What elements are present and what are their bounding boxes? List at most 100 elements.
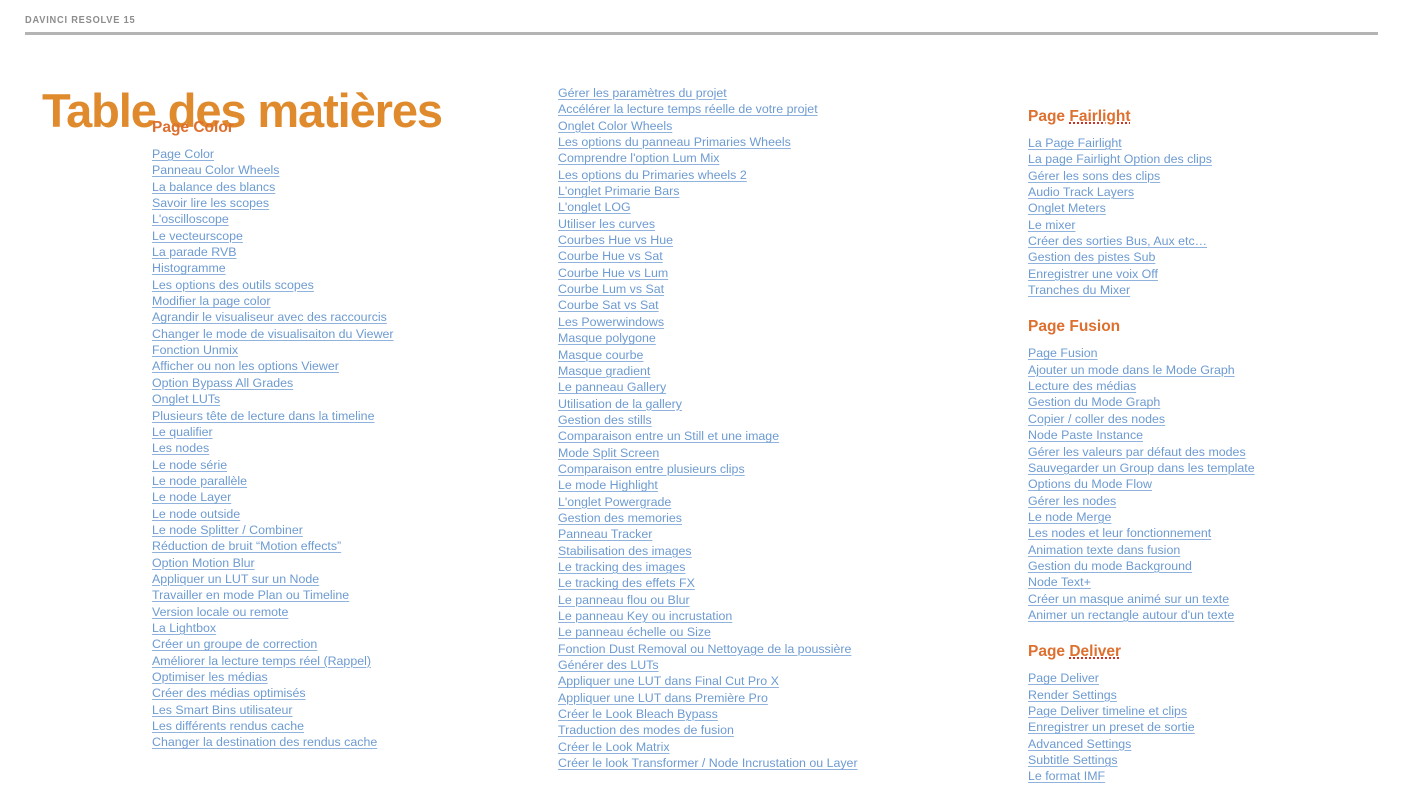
toc-link-sauvegarder-un-group-dans-les-template[interactable]: Sauvegarder un Group dans les template bbox=[1028, 461, 1255, 475]
toc-link-les-options-du-panneau-primaries-wheels[interactable]: Les options du panneau Primaries Wheels bbox=[558, 135, 791, 149]
toc-link-ameliorer-la-lecture-temps-reel-rappel[interactable]: Améliorer la lecture temps réel (Rappel) bbox=[152, 654, 371, 668]
toc-link-l-onglet-primarie-bars[interactable]: L'onglet Primarie Bars bbox=[558, 184, 680, 198]
toc-link-le-format-imf[interactable]: Le format IMF bbox=[1028, 769, 1105, 783]
toc-link-courbe-sat-vs-sat[interactable]: Courbe Sat vs Sat bbox=[558, 298, 659, 312]
toc-link-gestion-des-stills[interactable]: Gestion des stills bbox=[558, 413, 652, 427]
toc-link-fonction-dust-removal-ou-nettoyage-de-la-poussie[interactable]: Fonction Dust Removal ou Nettoyage de la… bbox=[558, 642, 851, 656]
toc-link-accelerer-la-lecture-temps-reelle-de-votre-proje[interactable]: Accélérer la lecture temps réelle de vot… bbox=[558, 102, 818, 116]
toc-link-le-panneau-echelle-ou-size[interactable]: Le panneau échelle ou Size bbox=[558, 625, 711, 639]
toc-link-onglet-meters[interactable]: Onglet Meters bbox=[1028, 201, 1106, 215]
toc-link-node-paste-instance[interactable]: Node Paste Instance bbox=[1028, 428, 1143, 442]
toc-link-mode-split-screen[interactable]: Mode Split Screen bbox=[558, 446, 659, 460]
toc-link-gestion-des-pistes-sub[interactable]: Gestion des pistes Sub bbox=[1028, 250, 1155, 264]
toc-link-fonction-unmix[interactable]: Fonction Unmix bbox=[152, 343, 238, 357]
toc-link-le-qualifier[interactable]: Le qualifier bbox=[152, 425, 213, 439]
toc-link-subtitle-settings[interactable]: Subtitle Settings bbox=[1028, 753, 1118, 767]
toc-link-comparaison-entre-plusieurs-clips[interactable]: Comparaison entre plusieurs clips bbox=[558, 462, 745, 476]
toc-link-page-fusion[interactable]: Page Fusion bbox=[1028, 346, 1098, 360]
toc-link-creer-un-groupe-de-correction[interactable]: Créer un groupe de correction bbox=[152, 637, 317, 651]
toc-link-gestion-des-memories[interactable]: Gestion des memories bbox=[558, 511, 682, 525]
toc-link-le-tracking-des-effets-fx[interactable]: Le tracking des effets FX bbox=[558, 576, 695, 590]
toc-link-le-panneau-gallery[interactable]: Le panneau Gallery bbox=[558, 380, 666, 394]
toc-link-traduction-des-modes-de-fusion[interactable]: Traduction des modes de fusion bbox=[558, 723, 734, 737]
toc-link-stabilisation-des-images[interactable]: Stabilisation des images bbox=[558, 544, 692, 558]
toc-link-panneau-tracker[interactable]: Panneau Tracker bbox=[558, 527, 652, 541]
toc-link-la-lightbox[interactable]: La Lightbox bbox=[152, 621, 216, 635]
toc-link-savoir-lire-les-scopes[interactable]: Savoir lire les scopes bbox=[152, 196, 269, 210]
toc-link-le-node-layer[interactable]: Le node Layer bbox=[152, 490, 231, 504]
toc-link-animer-un-rectangle-autour-d-un-texte[interactable]: Animer un rectangle autour d'un texte bbox=[1028, 608, 1234, 622]
toc-link-page-color[interactable]: Page Color bbox=[152, 147, 214, 161]
toc-link-node-text[interactable]: Node Text+ bbox=[1028, 575, 1091, 589]
toc-link-courbe-hue-vs-lum[interactable]: Courbe Hue vs Lum bbox=[558, 266, 668, 280]
toc-link-ajouter-un-mode-dans-le-mode-graph[interactable]: Ajouter un mode dans le Mode Graph bbox=[1028, 363, 1235, 377]
toc-link-la-page-fairlight-option-des-clips[interactable]: La page Fairlight Option des clips bbox=[1028, 152, 1212, 166]
toc-link-la-parade-rvb[interactable]: La parade RVB bbox=[152, 245, 237, 259]
toc-link-le-tracking-des-images[interactable]: Le tracking des images bbox=[558, 560, 685, 574]
toc-link-creer-des-medias-optimises[interactable]: Créer des médias optimisés bbox=[152, 686, 306, 700]
toc-link-enregistrer-une-voix-off[interactable]: Enregistrer une voix Off bbox=[1028, 267, 1158, 281]
toc-link-version-locale-ou-remote[interactable]: Version locale ou remote bbox=[152, 605, 288, 619]
toc-link-la-page-fairlight[interactable]: La Page Fairlight bbox=[1028, 136, 1122, 150]
toc-link-creer-le-look-matrix[interactable]: Créer le Look Matrix bbox=[558, 740, 670, 754]
toc-link-l-oscilloscope[interactable]: L'oscilloscope bbox=[152, 212, 229, 226]
toc-link-courbe-lum-vs-sat[interactable]: Courbe Lum vs Sat bbox=[558, 282, 664, 296]
toc-link-generer-des-luts[interactable]: Générer des LUTs bbox=[558, 658, 659, 672]
toc-link-la-balance-des-blancs[interactable]: La balance des blancs bbox=[152, 180, 275, 194]
toc-link-le-panneau-flou-ou-blur[interactable]: Le panneau flou ou Blur bbox=[558, 593, 690, 607]
toc-link-le-vecteurscope[interactable]: Le vecteurscope bbox=[152, 229, 243, 243]
toc-link-gerer-les-nodes[interactable]: Gérer les nodes bbox=[1028, 494, 1116, 508]
toc-link-le-node-splitter-combiner[interactable]: Le node Splitter / Combiner bbox=[152, 523, 303, 537]
toc-link-appliquer-un-lut-sur-un-node[interactable]: Appliquer un LUT sur un Node bbox=[152, 572, 319, 586]
toc-link-options-du-mode-flow[interactable]: Options du Mode Flow bbox=[1028, 477, 1152, 491]
toc-link-masque-gradient[interactable]: Masque gradient bbox=[558, 364, 650, 378]
toc-link-gestion-du-mode-background[interactable]: Gestion du mode Background bbox=[1028, 559, 1192, 573]
toc-link-les-nodes[interactable]: Les nodes bbox=[152, 441, 209, 455]
toc-link-les-options-des-outils-scopes[interactable]: Les options des outils scopes bbox=[152, 278, 314, 292]
toc-link-les-smart-bins-utilisateur[interactable]: Les Smart Bins utilisateur bbox=[152, 703, 292, 717]
toc-link-lecture-des-medias[interactable]: Lecture des médias bbox=[1028, 379, 1136, 393]
toc-link-le-mixer[interactable]: Le mixer bbox=[1028, 218, 1076, 232]
toc-link-gerer-les-parametres-du-projet[interactable]: Gérer les paramètres du projet bbox=[558, 86, 727, 100]
toc-link-le-node-merge[interactable]: Le node Merge bbox=[1028, 510, 1111, 524]
toc-link-option-motion-blur[interactable]: Option Motion Blur bbox=[152, 556, 255, 570]
toc-link-page-deliver[interactable]: Page Deliver bbox=[1028, 671, 1099, 685]
toc-link-courbes-hue-vs-hue[interactable]: Courbes Hue vs Hue bbox=[558, 233, 673, 247]
toc-link-panneau-color-wheels[interactable]: Panneau Color Wheels bbox=[152, 163, 279, 177]
toc-link-creer-le-look-transformer-node-incrustation-ou-l[interactable]: Créer le look Transformer / Node Incrust… bbox=[558, 756, 858, 770]
toc-link-appliquer-une-lut-dans-premiere-pro[interactable]: Appliquer une LUT dans Première Pro bbox=[558, 691, 768, 705]
toc-link-plusieurs-tete-de-lecture-dans-la-timeline[interactable]: Plusieurs tête de lecture dans la timeli… bbox=[152, 409, 374, 423]
toc-link-masque-polygone[interactable]: Masque polygone bbox=[558, 331, 656, 345]
toc-link-gestion-du-mode-graph[interactable]: Gestion du Mode Graph bbox=[1028, 395, 1160, 409]
toc-link-audio-track-layers[interactable]: Audio Track Layers bbox=[1028, 185, 1134, 199]
toc-link-onglet-luts[interactable]: Onglet LUTs bbox=[152, 392, 220, 406]
toc-link-creer-des-sorties-bus-aux-etc[interactable]: Créer des sorties Bus, Aux etc… bbox=[1028, 234, 1207, 248]
toc-link-masque-courbe[interactable]: Masque courbe bbox=[558, 348, 643, 362]
toc-link-page-deliver-timeline-et-clips[interactable]: Page Deliver timeline et clips bbox=[1028, 704, 1187, 718]
toc-link-modifier-la-page-color[interactable]: Modifier la page color bbox=[152, 294, 270, 308]
toc-link-le-node-serie[interactable]: Le node série bbox=[152, 458, 227, 472]
toc-link-les-differents-rendus-cache[interactable]: Les différents rendus cache bbox=[152, 719, 304, 733]
toc-link-animation-texte-dans-fusion[interactable]: Animation texte dans fusion bbox=[1028, 543, 1180, 557]
toc-link-advanced-settings[interactable]: Advanced Settings bbox=[1028, 737, 1131, 751]
toc-link-gerer-les-sons-des-clips[interactable]: Gérer les sons des clips bbox=[1028, 169, 1160, 183]
toc-link-tranches-du-mixer[interactable]: Tranches du Mixer bbox=[1028, 283, 1130, 297]
toc-link-le-mode-highlight[interactable]: Le mode Highlight bbox=[558, 478, 658, 492]
toc-link-comprendre-l-option-lum-mix[interactable]: Comprendre l'option Lum Mix bbox=[558, 151, 719, 165]
toc-link-optimiser-les-medias[interactable]: Optimiser les médias bbox=[152, 670, 268, 684]
toc-link-changer-la-destination-des-rendus-cache[interactable]: Changer la destination des rendus cache bbox=[152, 735, 377, 749]
toc-link-afficher-ou-non-les-options-viewer[interactable]: Afficher ou non les options Viewer bbox=[152, 359, 339, 373]
toc-link-le-node-outside[interactable]: Le node outside bbox=[152, 507, 240, 521]
toc-link-creer-un-masque-anime-sur-un-texte[interactable]: Créer un masque animé sur un texte bbox=[1028, 592, 1229, 606]
toc-link-le-panneau-key-ou-incrustation[interactable]: Le panneau Key ou incrustation bbox=[558, 609, 732, 623]
toc-link-courbe-hue-vs-sat[interactable]: Courbe Hue vs Sat bbox=[558, 249, 663, 263]
toc-link-histogramme[interactable]: Histogramme bbox=[152, 261, 226, 275]
toc-link-utiliser-les-curves[interactable]: Utiliser les curves bbox=[558, 217, 655, 231]
toc-link-onglet-color-wheels[interactable]: Onglet Color Wheels bbox=[558, 119, 672, 133]
toc-link-le-node-parallele[interactable]: Le node parallèle bbox=[152, 474, 247, 488]
toc-link-l-onglet-powergrade[interactable]: L'onglet Powergrade bbox=[558, 495, 671, 509]
toc-link-travailler-en-mode-plan-ou-timeline[interactable]: Travailler en mode Plan ou Timeline bbox=[152, 588, 349, 602]
toc-link-changer-le-mode-de-visualisaiton-du-viewer[interactable]: Changer le mode de visualisaiton du View… bbox=[152, 327, 394, 341]
toc-link-copier-coller-des-nodes[interactable]: Copier / coller des nodes bbox=[1028, 412, 1165, 426]
toc-link-les-options-du-primaries-wheels-2[interactable]: Les options du Primaries wheels 2 bbox=[558, 168, 747, 182]
